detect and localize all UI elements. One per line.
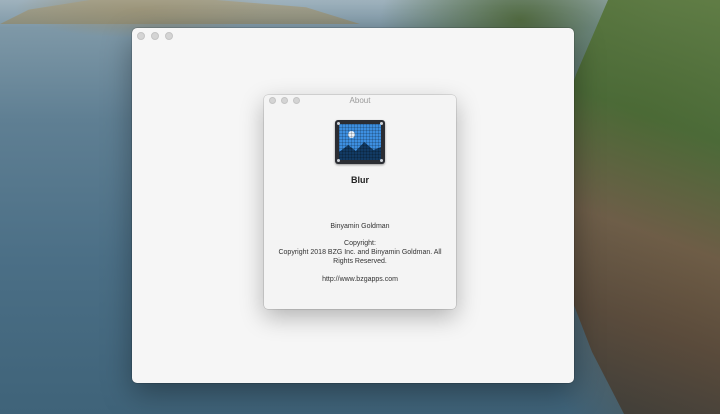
corner-handle	[337, 122, 340, 125]
copyright-label: Copyright:	[344, 240, 376, 247]
image-icon	[339, 124, 381, 160]
wallpaper-hill	[0, 0, 360, 24]
about-window[interactable]: About Blur Binyamin Goldman Copyright: C…	[264, 95, 456, 309]
pixel-grid-overlay	[339, 124, 381, 160]
website-link[interactable]: http://www.bzgapps.com	[270, 275, 450, 284]
corner-handle	[337, 159, 340, 162]
author-name: Binyamin Goldman	[330, 223, 390, 230]
wallpaper-cliff	[560, 0, 720, 414]
about-titlebar[interactable]: About	[264, 95, 456, 107]
app-name: Blur	[351, 175, 369, 185]
corner-handle	[380, 122, 383, 125]
zoom-button[interactable]	[165, 32, 173, 40]
minimize-button[interactable]	[151, 32, 159, 40]
main-window-controls	[137, 32, 173, 40]
app-icon	[335, 120, 385, 164]
copyright-text: Copyright 2018 BZG Inc. and Binyamin Gol…	[278, 249, 442, 265]
corner-handle	[380, 159, 383, 162]
close-button[interactable]	[137, 32, 145, 40]
about-window-title: About	[349, 96, 371, 105]
